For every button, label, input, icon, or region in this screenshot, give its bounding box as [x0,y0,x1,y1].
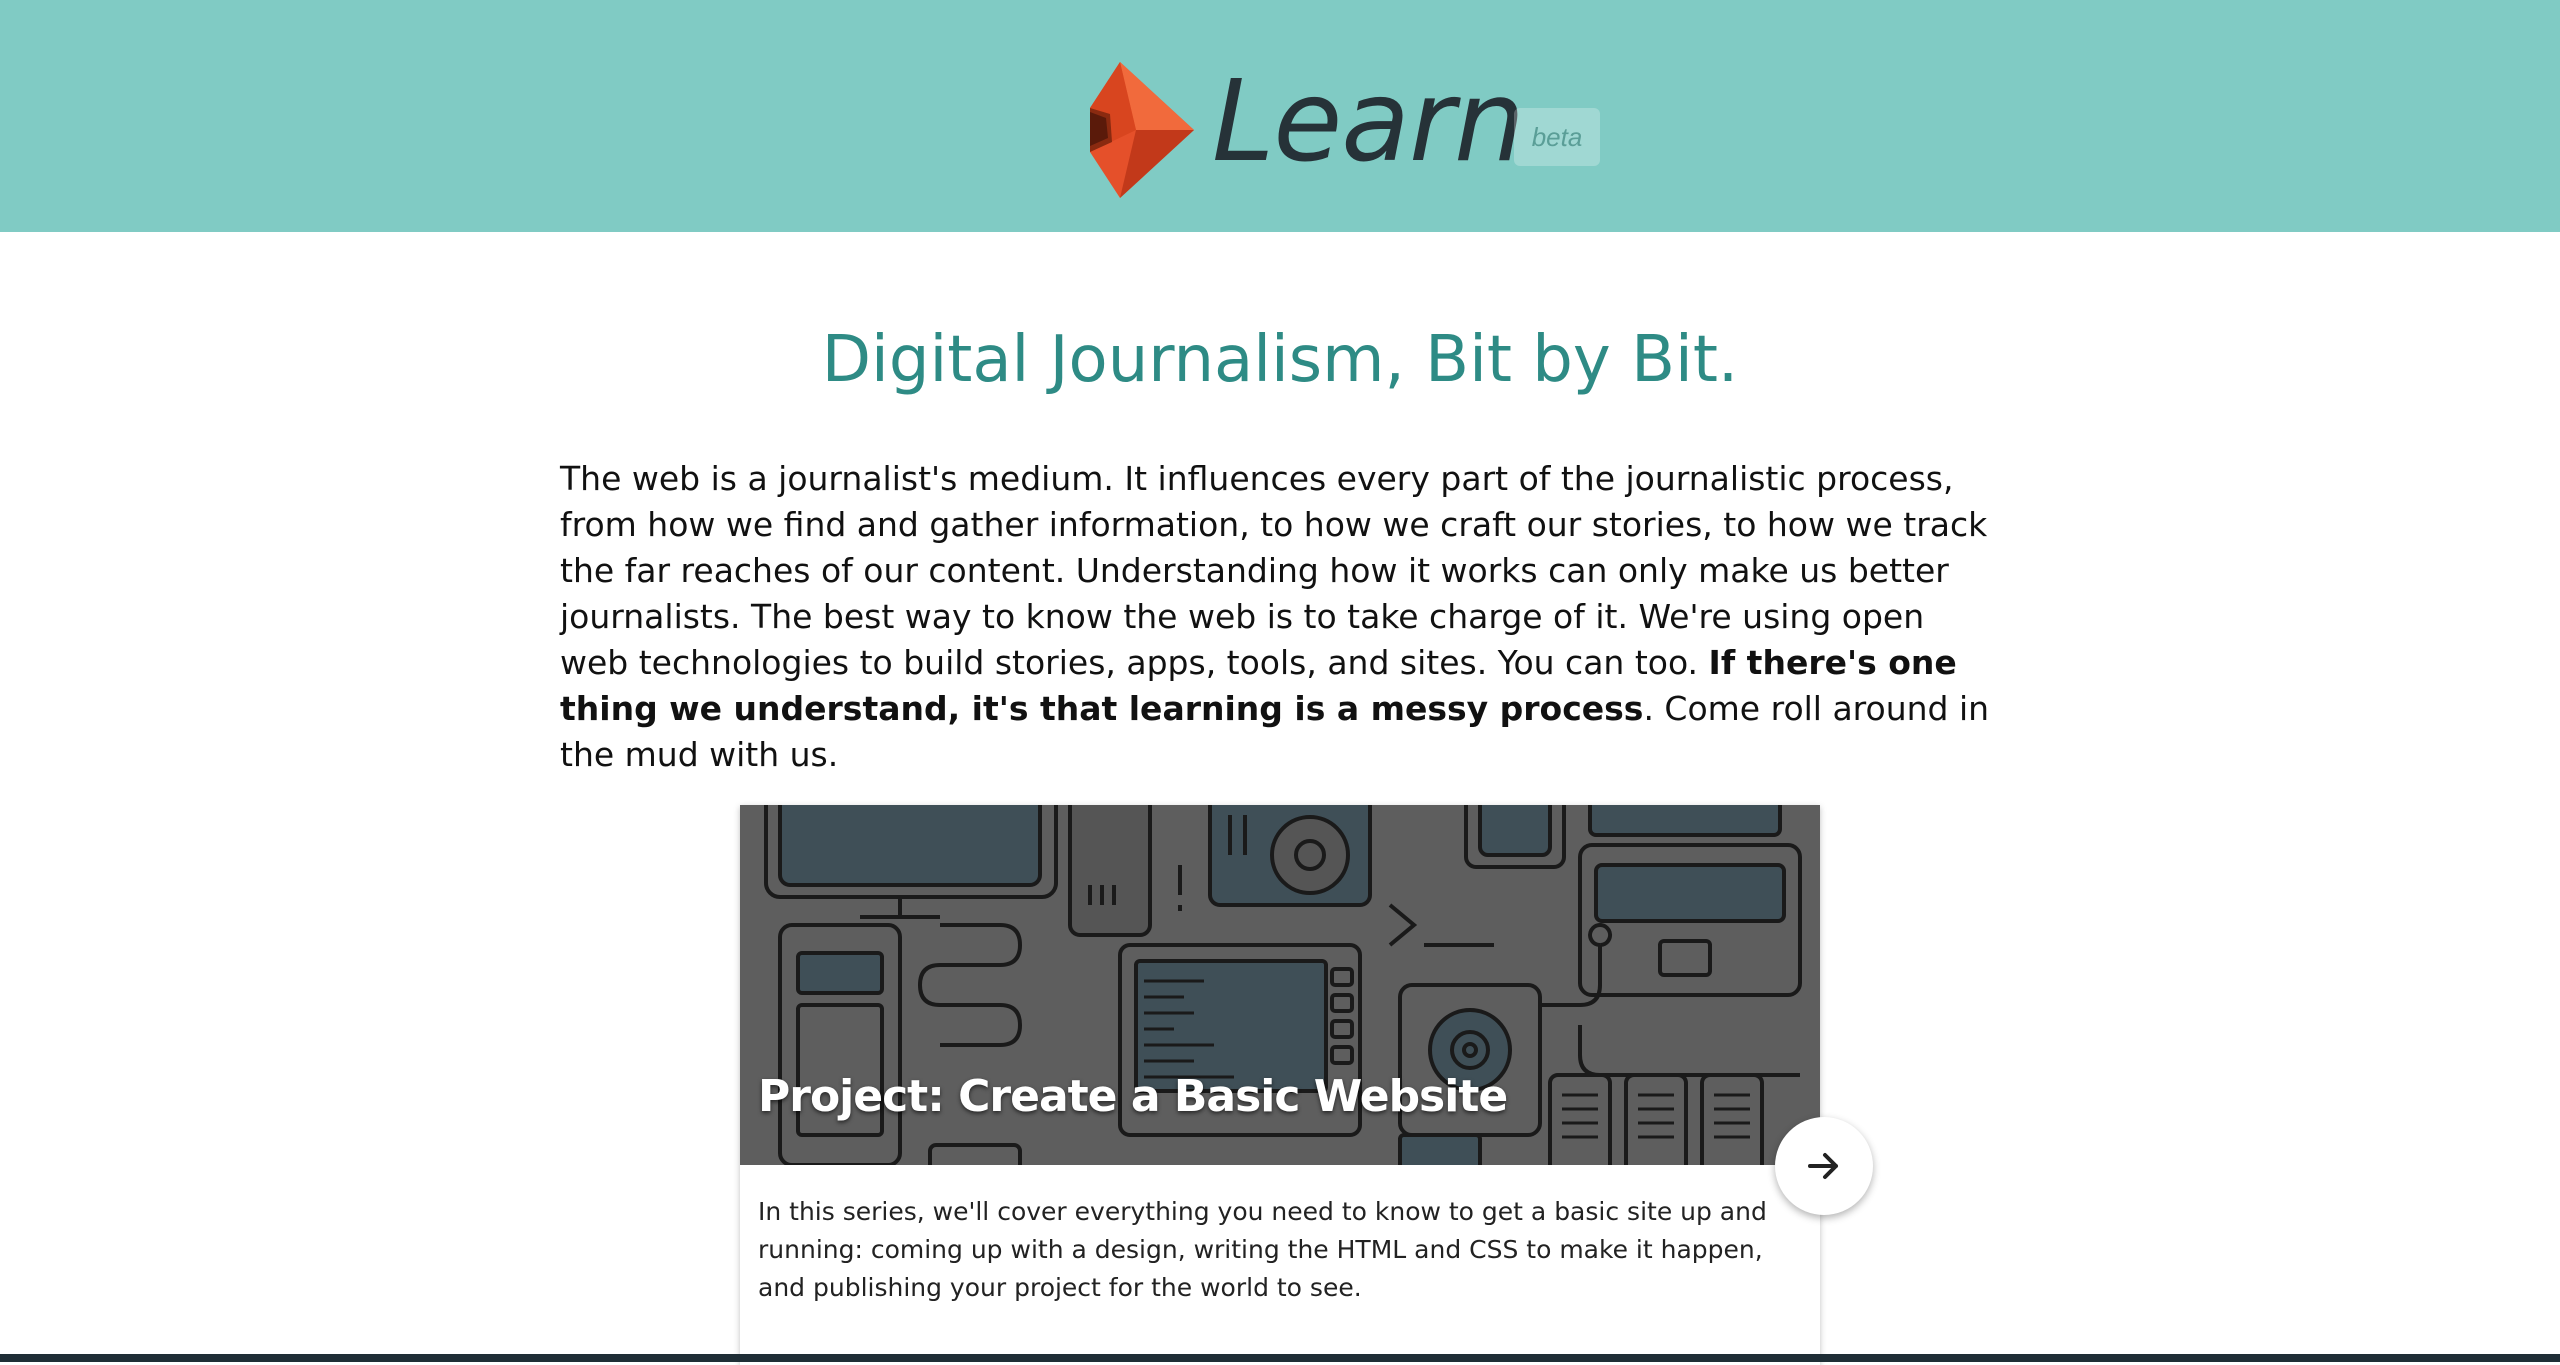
page-tagline: Digital Journalism, Bit by Bit. [821,323,1739,397]
arrow-right-icon [1808,1153,1838,1179]
site-header: Learn beta [0,0,2560,232]
next-button[interactable] [1775,1117,1873,1215]
project-card[interactable]: Project: Create a Basic Website In this … [740,805,1820,1365]
diamond-logo-icon [1090,62,1194,198]
intro-paragraph: The web is a journalist's medium. It inf… [560,456,2000,778]
logo-text: Learn [1212,57,1525,187]
site-logo[interactable]: Learn beta [1090,57,1610,203]
beta-badge: beta [1514,108,1600,166]
card-illustration: Project: Create a Basic Website [740,805,1820,1165]
card-title[interactable]: Project: Create a Basic Website [758,1067,1508,1127]
card-description: In this series, we'll cover everything y… [758,1197,1767,1302]
page-bottom-edge [0,1354,2560,1362]
